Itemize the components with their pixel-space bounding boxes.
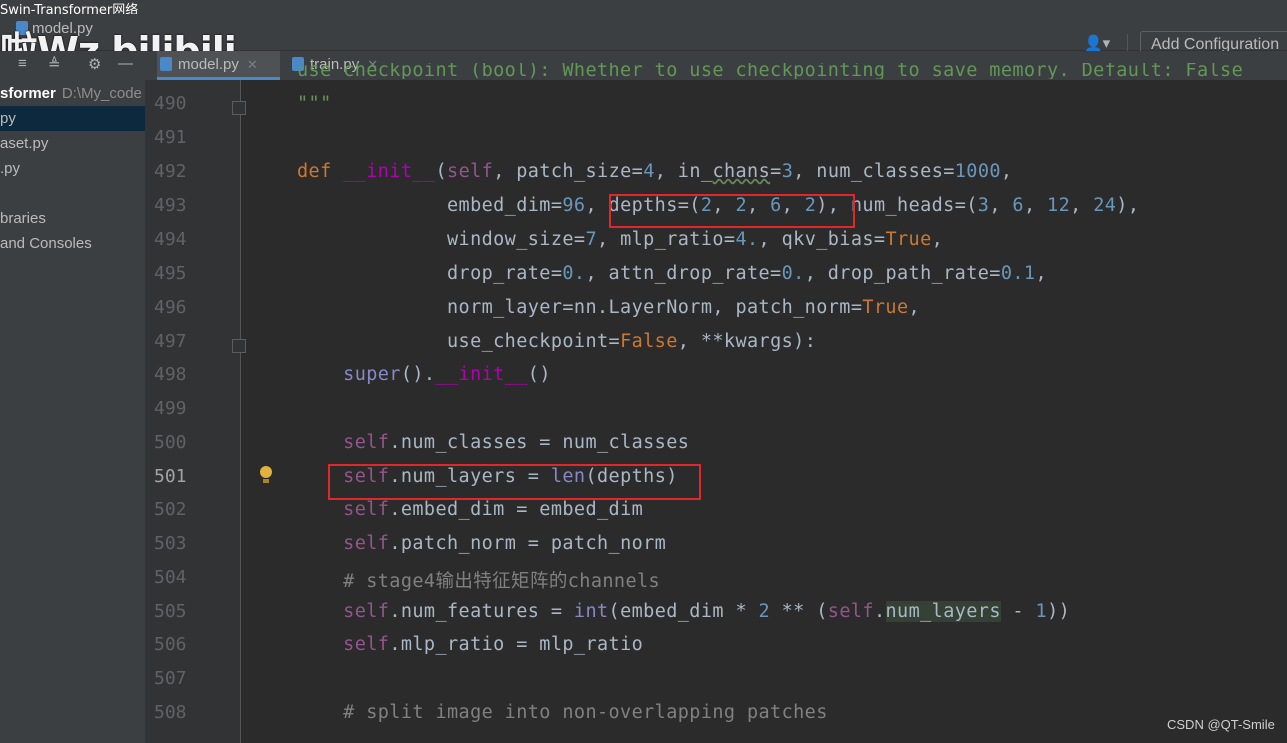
code-text: self.patch_norm = patch_norm [343,533,667,554]
code-line: 502 self.embed_dim = embed_dim [0,499,1287,533]
code-line: 491 [0,127,1287,161]
line-number: 506 [154,634,187,655]
line-number: 493 [154,195,187,216]
window-title-bar: Swin-Transformer网络 [0,0,1287,18]
line-number: 503 [154,533,187,554]
code-line: 505 self.num_features = int(embed_dim * … [0,601,1287,635]
code-line: 497 use_checkpoint=False, **kwargs): [0,331,1287,365]
code-comment: # split image into non-overlapping patch… [297,702,828,723]
code-text: use_checkpoint=False, **kwargs): [297,331,817,352]
code-line: use_checkpoint (bool): Whether to use ch… [0,63,1287,79]
line-number: 494 [154,229,187,250]
code-text: norm_layer=nn.LayerNorm, patch_norm=True… [297,297,921,318]
line-number: 500 [154,432,187,453]
line-number: 505 [154,601,187,622]
line-number: 507 [154,668,187,689]
highlight-box-num-layers [328,464,701,500]
code-text: self.embed_dim = embed_dim [343,499,644,520]
code-comment: # stage4输出特征矩阵的channels [297,571,661,592]
line-number: 492 [154,161,187,182]
code-line: 506 self.mlp_ratio = mlp_ratio [0,634,1287,668]
code-text: def __init__(self, patch_size=4, in_chan… [297,161,1013,182]
line-number: 490 [154,93,187,114]
code-line: 508 # split image into non-overlapping p… [0,702,1287,736]
line-number: 497 [154,331,187,352]
line-number: 498 [154,364,187,385]
code-line: 495 drop_rate=0., attn_drop_rate=0., dro… [0,263,1287,297]
code-text: drop_rate=0., attn_drop_rate=0., drop_pa… [297,263,1048,284]
code-line: 499 [0,398,1287,432]
line-number: 499 [154,398,187,419]
code-text: """ [297,93,332,114]
code-text: window_size=7, mlp_ratio=4., qkv_bias=Tr… [297,229,944,250]
highlight-box-depths [609,194,855,228]
line-number: 495 [154,263,187,284]
code-line: 492 def __init__(self, patch_size=4, in_… [0,161,1287,195]
line-number: 502 [154,499,187,520]
code-line: 503 self.patch_norm = patch_norm [0,533,1287,567]
line-number: 491 [154,127,187,148]
line-number: 504 [154,567,187,588]
line-number: 496 [154,297,187,318]
line-number: 501 [154,466,187,487]
code-line: 496 norm_layer=nn.LayerNorm, patch_norm=… [0,297,1287,331]
line-number: 508 [154,702,187,723]
csdn-watermark: CSDN @QT-Smile [1167,717,1275,732]
code-line: 500 self.num_classes = num_classes [0,432,1287,466]
code-text: self.num_features = int(embed_dim * 2 **… [343,601,1071,622]
code-text: use_checkpoint (bool): Whether to use ch… [297,63,1244,79]
code-text: self.num_classes = num_classes [343,432,690,453]
code-line: 494 window_size=7, mlp_ratio=4., qkv_bia… [0,229,1287,263]
code-text: self.mlp_ratio = mlp_ratio [343,634,644,655]
code-text: super().__init__() [343,364,551,385]
code-line: 498 super().__init__() [0,364,1287,398]
code-line: 504 # stage4输出特征矩阵的channels [0,567,1287,601]
code-line: 490 """ [0,93,1287,127]
code-line: 507 [0,668,1287,702]
user-dropdown-icon[interactable]: 👤▾ [1084,34,1110,52]
